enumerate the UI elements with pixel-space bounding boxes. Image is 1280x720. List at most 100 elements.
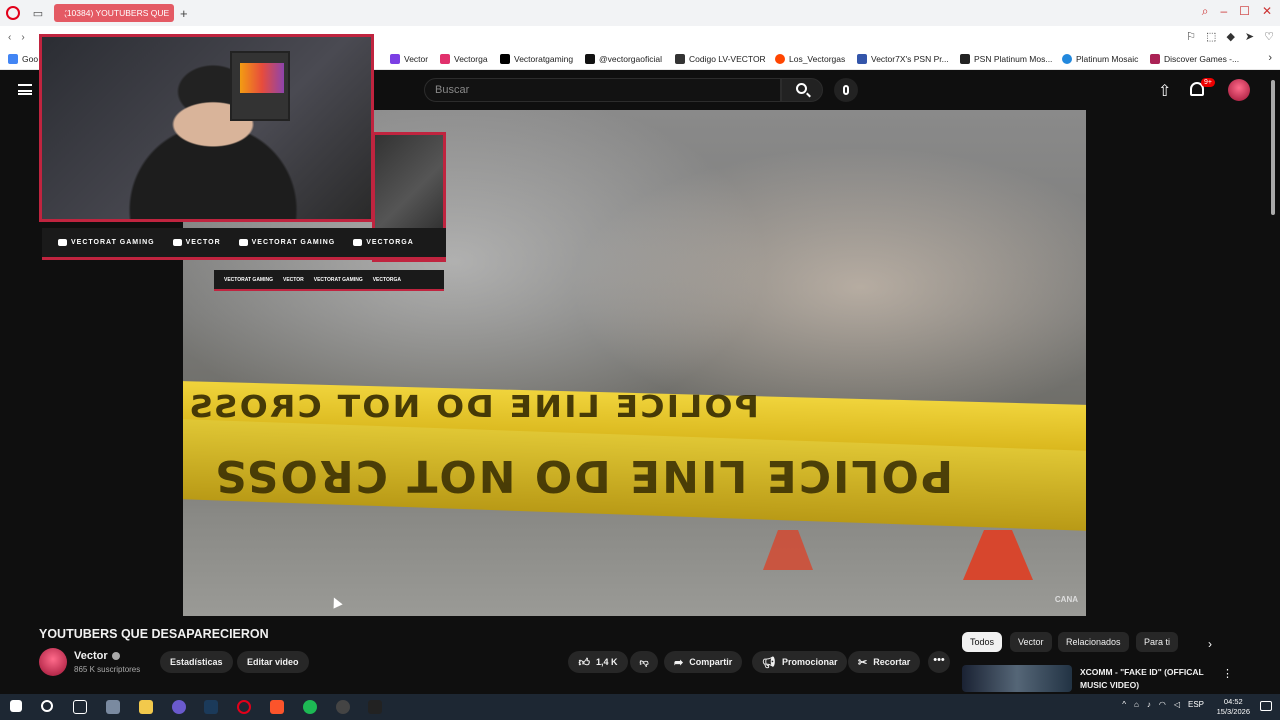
mic-icon[interactable]: ♪ (1147, 700, 1151, 709)
obs-icon[interactable] (336, 700, 350, 714)
notifications-icon[interactable] (1260, 701, 1272, 711)
bookmark-item[interactable]: Goo (8, 54, 38, 64)
share-button[interactable]: ➦ Compartir (664, 651, 743, 673)
stats-button[interactable]: Estadísticas (160, 651, 233, 673)
youtube-icon (58, 239, 67, 246)
steam-icon[interactable] (204, 700, 218, 714)
overlay-social-twitter: VECTORAT GAMING (313, 276, 363, 283)
bookmark-item[interactable]: Los_Vectorgas (775, 54, 845, 64)
overlay-social-bar-secondary: VECTORAT GAMING VECTOR VECTORAT GAMING V… (214, 270, 444, 291)
windows-taskbar: ^ ⌂ ♪ ◠ ◁ ESP 04:52 15/3/2026 (0, 694, 1280, 720)
bookmark-item[interactable]: PSN Platinum Mos... (960, 54, 1052, 64)
search-tabs-icon[interactable]: ⌕ (1202, 4, 1209, 19)
x-twitter-icon (500, 54, 510, 64)
bookmark-item[interactable]: @vectorgaoficial (585, 54, 662, 64)
microphone-icon (843, 85, 849, 95)
maximize-button[interactable]: ☐ (1239, 4, 1250, 19)
windows-start-icon[interactable] (10, 700, 22, 712)
volume-icon[interactable]: ◁ (1174, 700, 1180, 709)
clock[interactable]: 04:52 15/3/2026 (1217, 697, 1250, 717)
discord-icon[interactable] (172, 700, 186, 714)
bookmark-icon[interactable]: ⚐ (1186, 30, 1196, 43)
upload-icon[interactable]: ⇧ (1158, 81, 1171, 101)
chevron-up-icon[interactable]: ^ (1122, 700, 1126, 709)
nav-buttons: ‹ › (8, 32, 25, 43)
overlay-social-youtube: VECTORAT GAMING (224, 276, 273, 283)
chevron-right-icon[interactable]: › (1208, 637, 1212, 651)
task-view-icon[interactable] (73, 700, 87, 714)
related-video-thumbnail[interactable] (962, 665, 1072, 692)
tape-text-back: POLICE LINE DO NOT CROSS (187, 390, 759, 425)
channel-name[interactable]: Vector (74, 650, 120, 662)
bookmark-item[interactable]: Codigo LV-VECTOR (675, 54, 766, 64)
promote-button[interactable]: 📢︎ Promocionar (752, 651, 848, 673)
tab-manager-icon[interactable]: ▭ (30, 6, 46, 20)
wifi-icon[interactable]: ◠ (1159, 700, 1166, 709)
bookmark-item[interactable]: Platinum Mosaic (1062, 54, 1138, 64)
chip-relacionados[interactable]: Relacionados (1058, 632, 1129, 652)
shield-icon[interactable]: ◆ (1226, 30, 1234, 43)
browser-tab-strip: ▭ (10384) YOUTUBERS QUE + ⌕ – ☐ ✕ (0, 0, 1280, 26)
bookmark-item[interactable]: Vectoratgaming (500, 54, 573, 64)
channel-avatar[interactable] (39, 648, 67, 676)
reddit-icon (775, 54, 785, 64)
chip-para-ti[interactable]: Para ti (1136, 632, 1179, 652)
search-input[interactable]: Buscar (424, 78, 781, 102)
bookmark-item[interactable]: Vector (390, 54, 428, 64)
opera-logo-icon[interactable] (6, 6, 20, 20)
app-icon[interactable] (106, 700, 120, 714)
account-avatar[interactable] (1228, 79, 1250, 101)
more-actions-button[interactable]: ••• (928, 651, 950, 673)
bookmark-favicon-icon (1062, 54, 1072, 64)
opera-icon[interactable] (237, 700, 251, 714)
hamburger-menu-icon[interactable] (18, 84, 32, 95)
chip-todos[interactable]: Todos (962, 632, 1003, 652)
dislike-button[interactable]: 👎︎ (630, 651, 658, 673)
overlay-social-instagram: VECTORGA (353, 239, 414, 246)
twitter-icon (238, 239, 248, 246)
like-button[interactable]: 👍︎ 1,4 K (568, 651, 628, 673)
related-video-title[interactable]: XCOMM - "FAKE ID" (OFFICAL MUSIC VIDEO) (1080, 666, 1210, 692)
search-button[interactable] (781, 78, 823, 102)
bookmark-item[interactable]: Discover Games -... (1150, 54, 1239, 64)
video-watermark: CANA (1054, 595, 1078, 604)
bookmark-item[interactable]: Vector7X's PSN Pr... (857, 54, 949, 64)
heart-icon[interactable]: ♡ (1264, 30, 1274, 43)
clip-button[interactable]: ✂ Recortar (848, 651, 921, 673)
page-scrollbar[interactable] (1271, 80, 1275, 215)
send-icon[interactable]: ➤ (1245, 30, 1254, 43)
tape-text-front: POLICE LINE DO NOT CROSS (213, 450, 954, 501)
bookmark-favicon-icon (8, 54, 18, 64)
overlay-social-twitch: VECTOR (282, 276, 304, 283)
megaphone-icon: 📢︎ (762, 656, 776, 669)
close-button[interactable]: ✕ (1262, 4, 1272, 19)
snapshot-icon[interactable]: ⬚ (1206, 30, 1216, 43)
voice-search-button[interactable] (834, 78, 858, 102)
bookmark-item[interactable]: Vectorga (440, 54, 488, 64)
overlay-social-youtube: VECTORAT GAMING (58, 239, 155, 246)
bookmark-favicon-icon (675, 54, 685, 64)
language-indicator[interactable]: ESP (1188, 700, 1204, 709)
file-explorer-icon[interactable] (139, 700, 153, 714)
new-tab-button[interactable]: + (180, 6, 188, 21)
bookmark-favicon-icon (390, 54, 400, 64)
clock-time: 04:52 (1223, 697, 1243, 706)
back-icon[interactable]: ‹ (8, 32, 11, 43)
bookmark-favicon-icon (1150, 54, 1160, 64)
app-icon[interactable] (368, 700, 382, 714)
network-icon[interactable]: ⌂ (1134, 700, 1139, 709)
minimize-button[interactable]: – (1220, 4, 1227, 19)
edit-video-button[interactable]: Editar video (237, 651, 309, 673)
kebab-menu-icon[interactable]: ⋮ (1222, 667, 1233, 680)
spotify-icon[interactable] (303, 700, 317, 714)
brave-icon[interactable] (270, 700, 284, 714)
forward-icon[interactable]: › (21, 32, 24, 43)
chip-vector[interactable]: Vector (1010, 632, 1052, 652)
search-icon[interactable] (41, 700, 53, 712)
clock-date: 15/3/2026 (1216, 707, 1250, 716)
browser-tab-active[interactable]: (10384) YOUTUBERS QUE (54, 4, 174, 22)
traffic-cone (963, 530, 1033, 580)
tab-title: (10384) YOUTUBERS QUE (64, 8, 170, 18)
bookmarks-overflow-icon[interactable]: › (1268, 52, 1272, 64)
subscriber-count: 865 K suscriptores (74, 665, 141, 674)
